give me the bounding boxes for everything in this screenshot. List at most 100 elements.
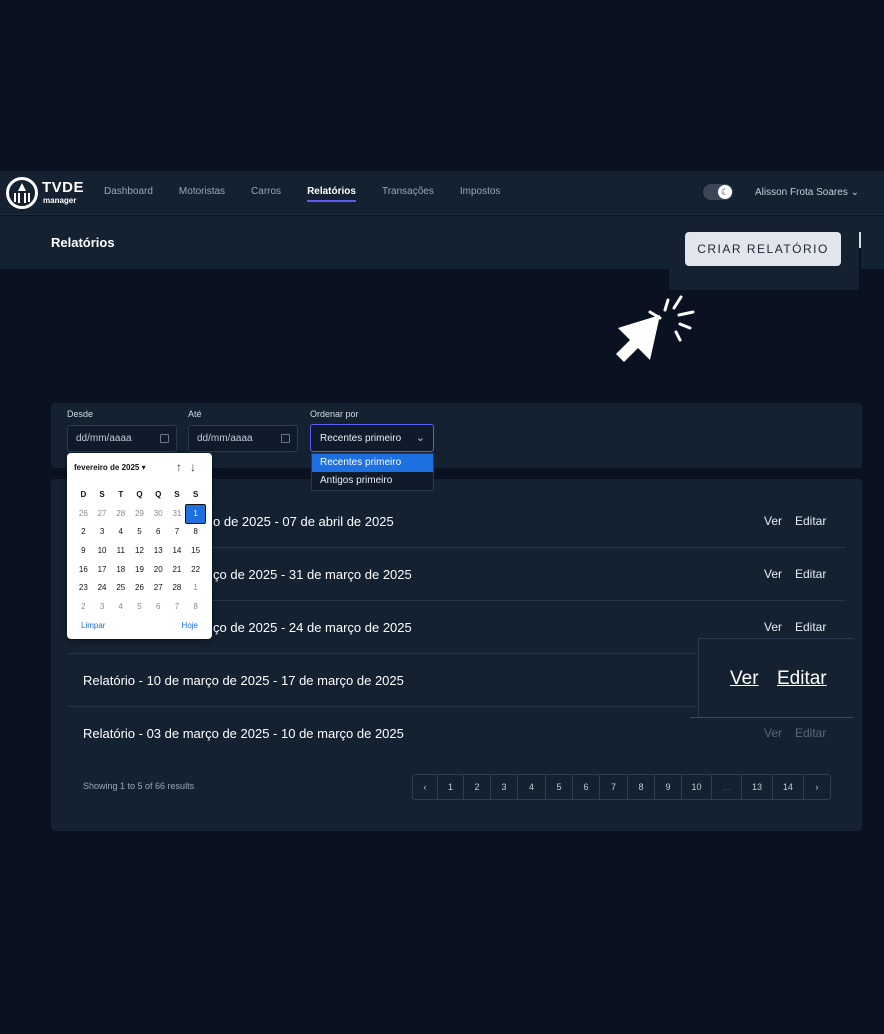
calendar-day[interactable]: 1 — [185, 503, 206, 525]
calendar-day[interactable]: 7 — [168, 523, 187, 542]
calendar-day[interactable]: 13 — [149, 542, 168, 561]
calendar-day[interactable]: 29 — [130, 505, 149, 524]
page-button[interactable]: 4 — [518, 775, 546, 799]
actions-zoom-callout — [698, 638, 853, 718]
calendar-day[interactable]: 8 — [186, 523, 205, 542]
calendar-day[interactable]: 4 — [111, 598, 130, 617]
edit-link[interactable]: Editar — [795, 726, 826, 740]
view-link[interactable]: Ver — [764, 620, 782, 634]
report-title[interactable]: ço de 2025 - 31 de março de 2025 — [213, 567, 412, 582]
calendar-day[interactable]: 15 — [186, 542, 205, 561]
calendar-day[interactable]: 28 — [168, 579, 187, 598]
calendar-day[interactable]: 27 — [149, 579, 168, 598]
report-title[interactable]: Relatório - 03 de março de 2025 - 10 de … — [83, 726, 404, 741]
next-page-button[interactable]: › — [804, 775, 830, 799]
page-button[interactable]: 6 — [573, 775, 600, 799]
nav-relatorios[interactable]: Relatórios — [307, 186, 356, 202]
edit-link-zoomed[interactable]: Editar — [777, 668, 827, 690]
calendar-day[interactable]: 26 — [130, 579, 149, 598]
calendar-day[interactable]: 7 — [168, 598, 187, 617]
order-select[interactable]: Recentes primeiro ⌄ — [310, 424, 434, 452]
nav-dashboard[interactable]: Dashboard — [104, 186, 153, 197]
edit-link[interactable]: Editar — [795, 567, 826, 581]
page-button[interactable]: 1 — [438, 775, 464, 799]
calendar-day[interactable]: 11 — [111, 542, 130, 561]
nav-carros[interactable]: Carros — [251, 186, 281, 197]
calendar-day[interactable]: 3 — [93, 598, 112, 617]
calendar-day[interactable]: 19 — [130, 561, 149, 580]
nav-transacoes[interactable]: Transações — [382, 186, 434, 197]
view-link[interactable]: Ver — [764, 567, 782, 581]
calendar-icon[interactable] — [160, 434, 169, 443]
logo-title: TVDE — [42, 179, 85, 196]
calendar-day[interactable]: 17 — [93, 561, 112, 580]
chevron-down-icon: ⌄ — [415, 432, 425, 444]
calendar-day[interactable]: 6 — [149, 598, 168, 617]
results-summary: Showing 1 to 5 of 66 results — [83, 781, 195, 791]
page-button[interactable]: 13 — [742, 775, 773, 799]
calendar-day[interactable]: 20 — [149, 561, 168, 580]
calendar-day[interactable]: 18 — [111, 561, 130, 580]
report-title[interactable]: Relatório - 10 de março de 2025 - 17 de … — [83, 673, 404, 688]
tvde-logo[interactable]: TVDE manager — [6, 177, 84, 209]
calendar-day[interactable]: 21 — [168, 561, 187, 580]
view-link[interactable]: Ver — [764, 726, 782, 740]
calendar-day[interactable]: 31 — [168, 505, 187, 524]
logo-icon — [6, 177, 38, 209]
calendar-day[interactable]: 6 — [149, 523, 168, 542]
calendar-day[interactable]: 27 — [93, 505, 112, 524]
calendar-day[interactable]: 2 — [74, 523, 93, 542]
calendar-clear-button[interactable]: Limpar — [81, 621, 105, 630]
to-date-input[interactable]: dd/mm/aaaa — [188, 425, 298, 452]
calendar-day[interactable]: 14 — [168, 542, 187, 561]
calendar-day[interactable]: 4 — [111, 523, 130, 542]
calendar-day[interactable]: 9 — [74, 542, 93, 561]
calendar-month-selector[interactable]: fevereiro de 2025 ▾ — [74, 463, 146, 472]
nav-motoristas[interactable]: Motoristas — [179, 186, 225, 197]
weekday-header: S — [174, 490, 180, 499]
theme-toggle[interactable]: ☾ — [703, 184, 733, 200]
calendar-day[interactable]: 5 — [130, 598, 149, 617]
calendar-icon[interactable] — [281, 434, 290, 443]
edit-link[interactable]: Editar — [795, 620, 826, 634]
page-button[interactable]: 8 — [628, 775, 655, 799]
from-date-input[interactable]: dd/mm/aaaa — [67, 425, 177, 452]
calendar-day[interactable]: 5 — [130, 523, 149, 542]
edit-link[interactable]: Editar — [795, 514, 826, 528]
page-button[interactable]: 7 — [600, 775, 628, 799]
page-button[interactable]: 3 — [491, 775, 518, 799]
user-menu[interactable]: Alisson Frota Soares ⌄ — [755, 187, 859, 198]
calendar-day[interactable]: 22 — [186, 561, 205, 580]
calendar-day[interactable]: 10 — [93, 542, 112, 561]
weekday-header: S — [192, 490, 199, 499]
create-report-button[interactable]: CRIAR RELATÓRIO — [685, 232, 841, 266]
page-button[interactable]: 9 — [655, 775, 682, 799]
prev-page-button[interactable]: ‹ — [413, 775, 438, 799]
calendar-day[interactable]: 25 — [111, 579, 130, 598]
order-options-list: Recentes primeiro Antigos primeiro — [311, 453, 434, 491]
calendar-nav-arrows[interactable]: ↑↓ — [176, 460, 204, 474]
report-title[interactable]: ço de 2025 - 24 de março de 2025 — [213, 620, 412, 635]
calendar-day[interactable]: 1 — [186, 579, 205, 598]
page-button[interactable]: 2 — [464, 775, 491, 799]
order-option-oldest[interactable]: Antigos primeiro — [312, 472, 433, 490]
calendar-today-button[interactable]: Hoje — [182, 621, 198, 630]
calendar-day[interactable]: 16 — [74, 561, 93, 580]
calendar-day[interactable]: 23 — [74, 579, 93, 598]
view-link-zoomed[interactable]: Ver — [730, 668, 759, 690]
calendar-day[interactable]: 2 — [74, 598, 93, 617]
calendar-day[interactable]: 28 — [111, 505, 130, 524]
calendar-day[interactable]: 12 — [130, 542, 149, 561]
calendar-day[interactable]: 30 — [149, 505, 168, 524]
nav-impostos[interactable]: Impostos — [460, 186, 501, 197]
view-link[interactable]: Ver — [764, 514, 782, 528]
calendar-day[interactable]: 24 — [93, 579, 112, 598]
calendar-day[interactable]: 8 — [186, 598, 205, 617]
page-button[interactable]: 14 — [773, 775, 804, 799]
calendar-day[interactable]: 3 — [93, 523, 112, 542]
order-option-recent[interactable]: Recentes primeiro — [312, 454, 433, 472]
page-button[interactable]: 5 — [546, 775, 573, 799]
calendar-day[interactable]: 26 — [74, 505, 93, 524]
page-button[interactable]: 10 — [682, 775, 712, 799]
report-title[interactable]: o de 2025 - 07 de abril de 2025 — [213, 514, 394, 529]
